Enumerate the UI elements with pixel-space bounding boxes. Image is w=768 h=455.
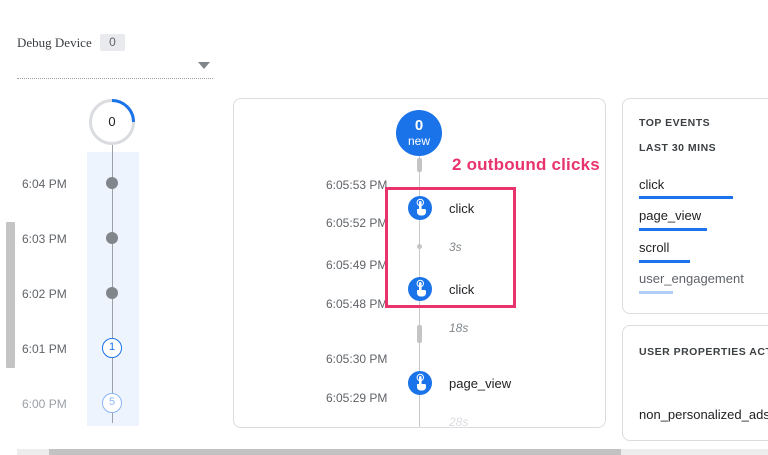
- minute-event-count[interactable]: 1: [102, 338, 122, 358]
- new-events-count: 0: [414, 117, 424, 134]
- minutes-top-counter-value: 0: [108, 114, 116, 129]
- top-event-bar: [639, 196, 733, 199]
- debug-device-label: Debug Device: [17, 35, 92, 50]
- debug-device-dropdown[interactable]: [17, 60, 213, 79]
- minute-time-label: 6:00 PM: [22, 397, 67, 411]
- user-properties-title: USER PROPERTIES ACTI: [639, 346, 768, 358]
- top-event-item[interactable]: scroll: [639, 240, 669, 255]
- annotation-highlight-box: [385, 187, 516, 308]
- event-name[interactable]: page_view: [449, 376, 511, 391]
- top-event-item[interactable]: click: [639, 177, 664, 192]
- horizontal-scrollbar-thumb[interactable]: [49, 449, 621, 455]
- top-events-title: TOP EVENTS: [639, 117, 711, 129]
- new-events-label: new: [407, 134, 430, 148]
- minute-time-label: 6:01 PM: [22, 342, 67, 356]
- second-time-label: 6:05:48 PM: [326, 297, 388, 311]
- minute-event-count[interactable]: 5: [102, 393, 122, 413]
- new-events-badge[interactable]: 0 new: [396, 110, 442, 156]
- touch-icon[interactable]: [408, 371, 432, 395]
- left-scrollbar[interactable]: [6, 222, 15, 368]
- user-property-item[interactable]: non_personalized_ads: [639, 407, 768, 422]
- minute-dot[interactable]: [106, 177, 118, 189]
- minute-time-label: 6:04 PM: [22, 177, 67, 191]
- annotation-label: 2 outbound clicks: [452, 155, 600, 174]
- debug-device-count-badge: 0: [100, 34, 125, 51]
- timeline-gap-segment: [417, 158, 422, 172]
- top-event-bar: [639, 291, 673, 294]
- time-gap-label: 18s: [449, 321, 469, 335]
- second-time-label: 6:05:49 PM: [326, 258, 388, 272]
- timeline-gap-segment: [417, 325, 422, 343]
- top-event-item[interactable]: page_view: [639, 208, 701, 223]
- top-event-item[interactable]: user_engagement: [639, 271, 744, 286]
- second-time-label: 6:05:29 PM: [326, 391, 388, 405]
- minute-dot[interactable]: [106, 232, 118, 244]
- minute-time-label: 6:03 PM: [22, 232, 67, 246]
- second-time-label: 6:05:52 PM: [326, 216, 388, 230]
- second-time-label: 6:05:30 PM: [326, 352, 388, 366]
- top-event-bar: [639, 228, 707, 231]
- dropdown-arrow-icon[interactable]: [198, 62, 210, 69]
- minute-dot[interactable]: [106, 287, 118, 299]
- time-gap-label: 28s: [449, 415, 469, 429]
- top-event-bar: [639, 260, 690, 263]
- second-time-label: 6:05:53 PM: [326, 178, 388, 192]
- user-properties-card: [622, 325, 768, 441]
- top-events-subtitle: LAST 30 MINS: [639, 142, 717, 154]
- minute-time-label: 6:02 PM: [22, 287, 67, 301]
